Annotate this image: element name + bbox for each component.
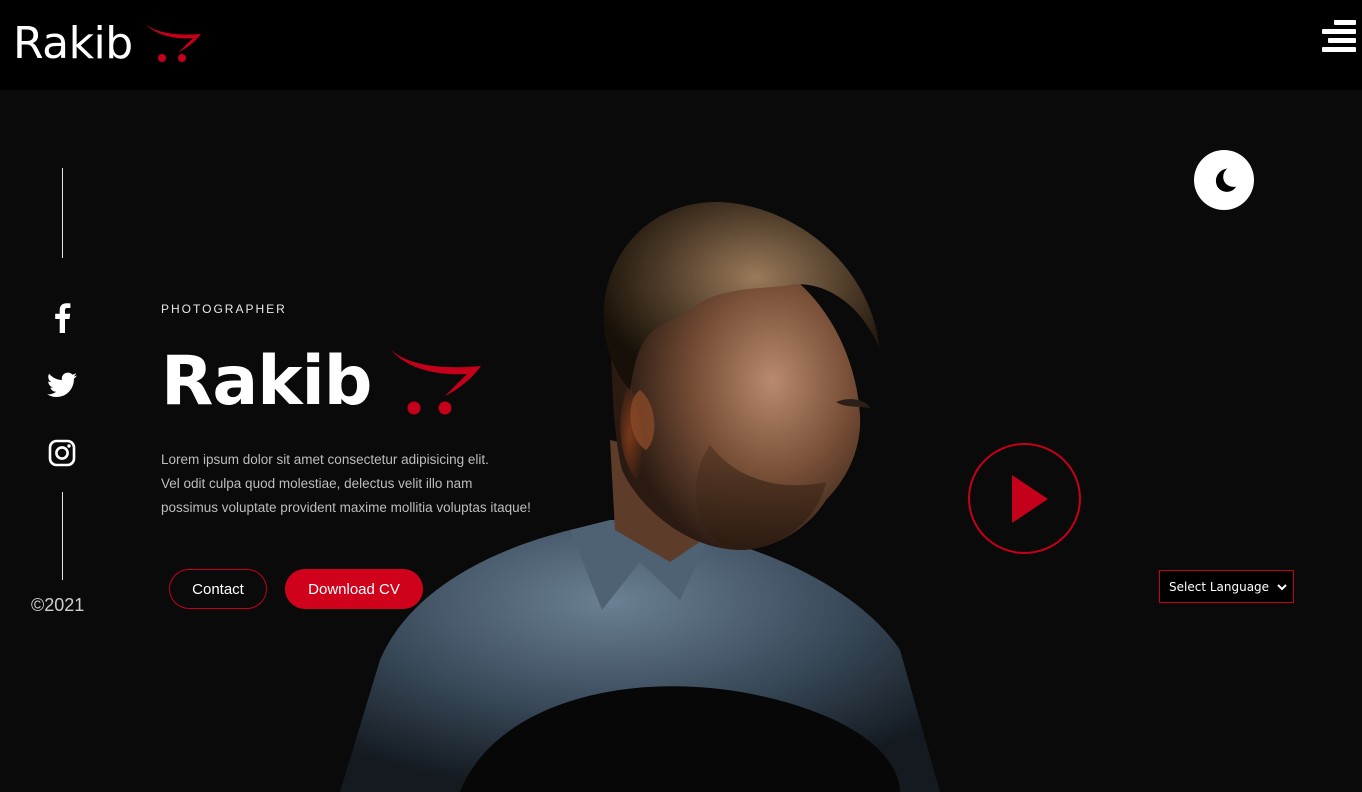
hero-description-line: Vel odit culpa quod molestiae, delectus … <box>161 476 473 491</box>
contact-button[interactable]: Contact <box>169 569 267 609</box>
copyright-text: ©2021 <box>31 595 85 615</box>
cart-logo-icon <box>391 350 482 415</box>
brand-logo[interactable]: Rakib <box>13 18 205 70</box>
download-cv-button[interactable]: Download CV <box>285 569 423 609</box>
hero-section: ©2021 PHOTOGRAPHER Rakib Lorem ipsum dol… <box>0 90 1362 792</box>
hero-description: Lorem ipsum dolor sit amet consectetur a… <box>161 448 601 520</box>
hero-title: Rakib <box>161 342 485 422</box>
hero-description-line: Lorem ipsum dolor sit amet consectetur a… <box>161 452 489 467</box>
instagram-glyph <box>48 439 76 467</box>
cart-logo-icon <box>144 24 201 62</box>
instagram-icon[interactable] <box>46 437 78 469</box>
facebook-glyph <box>55 303 71 333</box>
hero-eyebrow: PHOTOGRAPHER <box>161 302 287 316</box>
language-select-value: Select Language <box>1169 579 1270 594</box>
twitter-icon[interactable] <box>46 369 78 401</box>
twitter-glyph <box>47 372 77 397</box>
brand-name: Rakib <box>13 18 133 69</box>
hamburger-menu-icon[interactable] <box>1322 18 1356 54</box>
language-select[interactable]: Select Language <box>1159 570 1294 603</box>
social-divider-top <box>62 168 63 258</box>
facebook-icon[interactable] <box>46 302 78 334</box>
theme-toggle-button[interactable] <box>1194 150 1254 210</box>
hero-description-line: possimus voluptate provident maxime moll… <box>161 500 531 515</box>
moon-icon <box>1215 168 1236 192</box>
play-icon <box>1011 474 1048 523</box>
chevron-down-icon <box>1277 583 1287 590</box>
hero-name: Rakib <box>161 342 372 421</box>
play-video-button[interactable] <box>968 443 1081 554</box>
social-divider-bottom <box>62 492 63 580</box>
top-navbar: Rakib <box>0 0 1362 90</box>
